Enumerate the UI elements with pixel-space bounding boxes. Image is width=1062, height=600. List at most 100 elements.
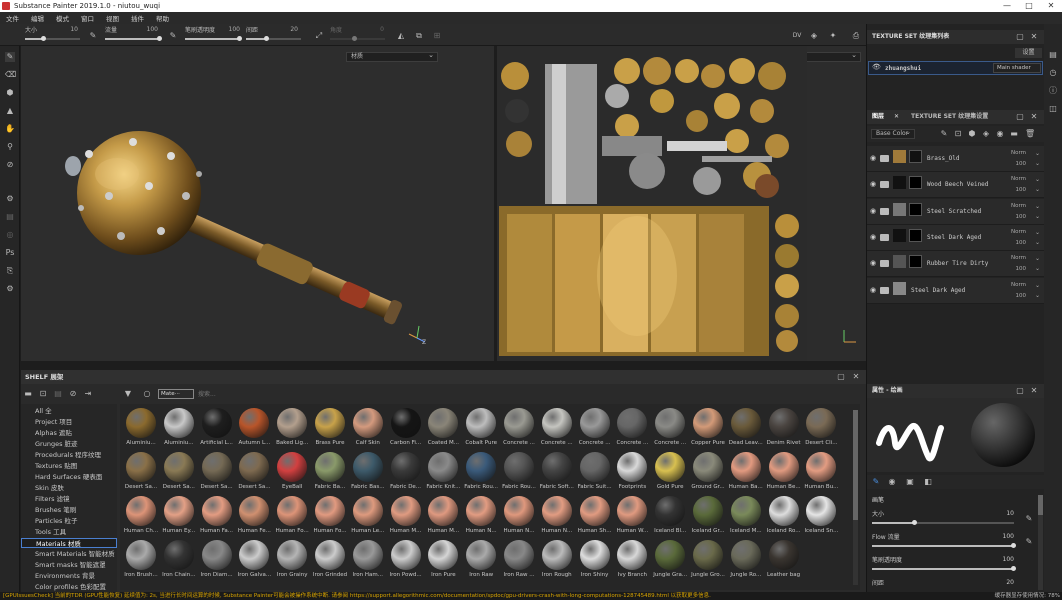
shelf-category-item[interactable]: Hard Surfaces 硬表面 <box>21 472 117 482</box>
material-thumbnail[interactable]: Human W... <box>613 494 650 538</box>
minimize-button[interactable]: — <box>996 0 1018 12</box>
projection-icon[interactable]: ⬢ <box>5 88 15 98</box>
tab-layers[interactable]: 图层 <box>872 110 884 124</box>
screenshot-camera-icon[interactable]: ⎙ <box>851 31 861 41</box>
add-effect-icon[interactable]: ✎ <box>939 129 949 139</box>
float-panel-icon[interactable]: ▢ <box>1015 112 1025 122</box>
layer-row[interactable]: ◉ Steel Dark Aged Norm 100 ⌄ ⌄ <box>867 277 1044 304</box>
shelf-category-item[interactable]: Materials 材质 <box>21 538 117 548</box>
material-thumbnail[interactable]: Iron Shiny <box>576 538 613 582</box>
material-thumbnail[interactable]: Human M... <box>387 494 424 538</box>
settings-gear-icon[interactable]: ⚙ <box>5 284 15 294</box>
bake-icon[interactable]: ⚙ <box>5 194 15 204</box>
folder-icon[interactable]: ▬ <box>23 389 33 399</box>
shelf-scrollbar[interactable] <box>853 410 858 585</box>
layer-row[interactable]: ◉ Rubber Tire Dirty Norm 100 ⌄ ⌄ <box>867 251 1044 278</box>
chevron-down-icon[interactable]: ⌄ <box>1035 239 1040 246</box>
material-thumbnail[interactable]: Concrete ... <box>500 406 537 450</box>
layer-blend-mode[interactable]: Norm <box>1011 150 1026 156</box>
shelf-category-item[interactable]: Smart masks 智能遮罩 <box>21 560 117 570</box>
material-thumbnail[interactable]: Human Ey... <box>160 494 197 538</box>
info-dock-icon[interactable]: ⓘ <box>1048 86 1058 96</box>
mirror-icon[interactable]: ⧉ <box>414 31 424 41</box>
material-thumbnail[interactable]: Gold Pure <box>651 450 688 494</box>
add-smart-material-icon[interactable]: ◉ <box>995 129 1005 139</box>
material-thumbnail[interactable]: Jungle Gro... <box>689 538 726 582</box>
material-thumbnail[interactable]: Iceland Gr... <box>689 494 726 538</box>
shelf-category-item[interactable]: Grunges 脏迹 <box>21 439 117 449</box>
layer-mask-thumbnail[interactable] <box>909 150 922 163</box>
material-thumbnail[interactable]: Leather bag <box>765 538 802 582</box>
visibility-eye-icon[interactable]: ◉ <box>870 259 876 267</box>
visibility-eye-icon[interactable]: ◉ <box>870 286 876 294</box>
menu-window[interactable]: 窗口 <box>81 13 94 23</box>
stroke-opacity-value[interactable]: 100 <box>220 26 240 33</box>
polygon-fill-icon[interactable]: ▲ <box>5 106 15 116</box>
hide-icon[interactable]: ⊘ <box>68 389 78 399</box>
import-icon[interactable]: ⇥ <box>83 389 93 399</box>
shelf-search-input[interactable] <box>198 389 618 399</box>
folder-icon[interactable] <box>880 207 889 215</box>
material-thumbnail[interactable]: Iceland Sn... <box>802 494 839 538</box>
material-thumbnail[interactable]: Human Fo... <box>273 494 310 538</box>
material-thumbnail[interactable]: Iceland M... <box>727 494 764 538</box>
layer-blend-mode[interactable]: Norm <box>1011 282 1026 288</box>
pen-pressure-icon[interactable]: ✎ <box>1024 537 1034 547</box>
add-mask-icon[interactable]: ⊡ <box>953 129 963 139</box>
material-thumbnail[interactable]: Desert Sa... <box>122 450 159 494</box>
symmetry-icon[interactable]: ◭ <box>396 31 406 41</box>
material-thumbnail[interactable]: Human N... <box>462 494 499 538</box>
layer-opacity[interactable]: 100 <box>1016 187 1027 193</box>
mask-icon[interactable]: ◎ <box>5 230 15 240</box>
material-thumbnail[interactable]: Calf Skin <box>349 406 386 450</box>
size-value[interactable]: 10 <box>58 26 78 33</box>
material-thumbnail[interactable]: Iron Powd... <box>387 538 424 582</box>
material-thumbnail[interactable]: Iron Diam... <box>198 538 235 582</box>
material-thumbnail[interactable]: Iron Raw <box>462 538 499 582</box>
layer-mask-thumbnail[interactable] <box>909 255 922 269</box>
material-thumbnail[interactable]: Human N... <box>538 494 575 538</box>
layer-mask-thumbnail[interactable] <box>909 176 922 190</box>
eraser-icon[interactable]: ⌫ <box>5 70 16 80</box>
material-thumbnail[interactable]: Fabric Ba... <box>311 450 348 494</box>
material-thumbnail[interactable]: Fabric De... <box>387 450 424 494</box>
menu-mode[interactable]: 模式 <box>56 13 69 23</box>
material-thumbnail[interactable]: Aluminiu... <box>122 406 159 450</box>
close-button[interactable]: ✕ <box>1040 0 1062 12</box>
menu-plugins[interactable]: 插件 <box>131 13 144 23</box>
prop-spacing-value[interactable]: 20 <box>996 579 1014 586</box>
add-layer-icon[interactable]: ◈ <box>981 129 991 139</box>
camera-mode-icon[interactable]: ◈ <box>809 31 819 41</box>
layers-dock-icon[interactable]: ▤ <box>1048 50 1058 60</box>
shelf-category-item[interactable]: Skin 皮肤 <box>21 483 117 493</box>
viewport-3d[interactable]: 材质 ⌄ Z <box>21 46 494 361</box>
layer-opacity[interactable]: 100 <box>1016 240 1027 246</box>
float-panel-icon[interactable]: ▢ <box>1015 32 1025 42</box>
shader-dropdown[interactable]: Main shader <box>993 63 1041 73</box>
menu-help[interactable]: 帮助 <box>156 13 169 23</box>
material-thumbnail[interactable]: Human Sh... <box>576 494 613 538</box>
properties-scrollbar[interactable] <box>1038 495 1043 590</box>
material-tab-icon[interactable]: ◉ <box>887 477 897 487</box>
filter-icon[interactable]: ▼ <box>123 389 133 399</box>
visibility-eye-icon[interactable]: ◉ <box>870 180 876 188</box>
layer-row[interactable]: ◉ Steel Scratched Norm 100 ⌄ ⌄ <box>867 198 1044 225</box>
material-thumbnail[interactable]: Ground Gr... <box>689 450 726 494</box>
pen-pressure-icon[interactable]: ✎ <box>168 31 178 41</box>
material-thumbnail[interactable]: Concrete ... <box>613 406 650 450</box>
material-thumbnail[interactable]: Human M... <box>424 494 461 538</box>
material-thumbnail[interactable]: Iron Raw ... <box>500 538 537 582</box>
float-panel-icon[interactable]: ▢ <box>836 372 846 382</box>
material-thumbnail[interactable]: Copper Pure <box>689 406 726 450</box>
menu-edit[interactable]: 编辑 <box>31 13 44 23</box>
material-thumbnail[interactable]: Brass Pure <box>311 406 348 450</box>
material-thumbnail[interactable]: Fabric Knit... <box>424 450 461 494</box>
delete-layer-icon[interactable]: 🗑 <box>1025 129 1035 139</box>
chevron-down-icon[interactable]: ⌄ <box>1035 265 1040 272</box>
material-thumbnail[interactable]: Iron Pure <box>424 538 461 582</box>
lazy-mouse-icon[interactable]: ⊞ <box>432 31 442 41</box>
material-thumbnail[interactable]: Carbon Fi... <box>387 406 424 450</box>
shelf-category-item[interactable]: Textures 贴图 <box>21 461 117 471</box>
flow-slider[interactable] <box>105 36 162 41</box>
pen-pressure-icon[interactable]: ✎ <box>88 31 98 41</box>
